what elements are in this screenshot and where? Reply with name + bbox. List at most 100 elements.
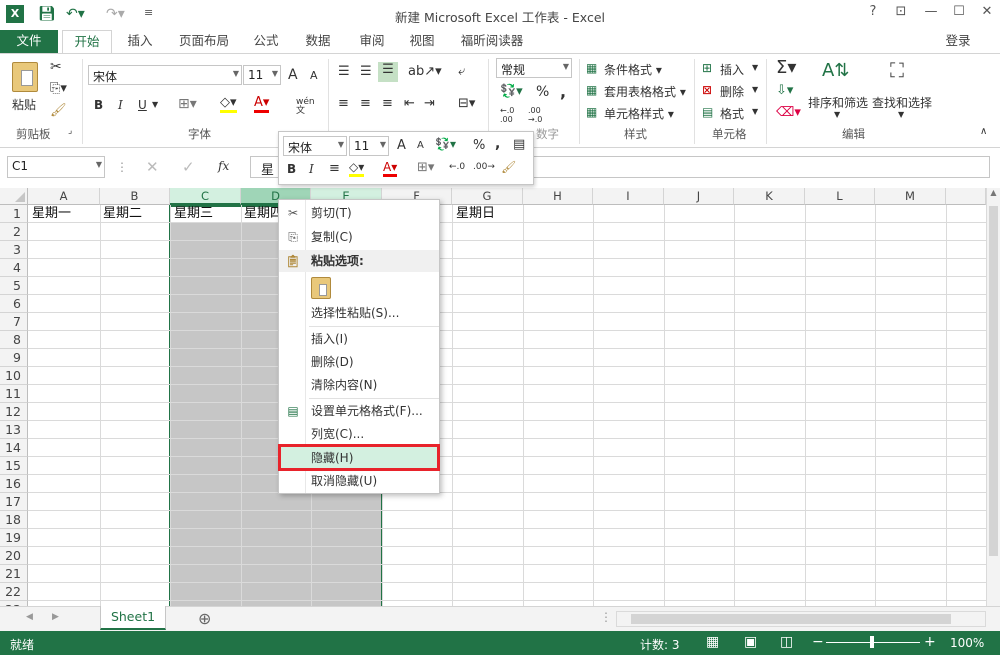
menu-item-copy[interactable]: ⎘ 复制(C) — [279, 226, 439, 248]
mini-format-painter-icon[interactable]: 🖌︎ — [501, 160, 516, 174]
dialog-launcher-icon[interactable]: ⌟ — [68, 126, 72, 136]
format-cells-icon[interactable]: ▤ — [702, 105, 713, 119]
mini-grow-font-icon[interactable]: A — [397, 138, 406, 153]
mini-font-combo[interactable]: 宋体 ▼ — [283, 136, 347, 156]
tab-data[interactable]: 数据 — [296, 30, 340, 54]
mini-format-cells-icon[interactable]: ▤ — [513, 137, 525, 152]
tab-file[interactable]: 文件 — [0, 30, 58, 54]
select-all-corner[interactable] — [0, 188, 28, 205]
cancel-entry-icon[interactable]: ✕ — [146, 158, 159, 176]
maximize-button[interactable]: ☐ — [947, 4, 971, 24]
tab-insert[interactable]: 插入 — [118, 30, 162, 54]
sort-filter-button[interactable]: 排序和筛选 — [808, 94, 868, 111]
minimize-button[interactable]: — — [919, 4, 943, 24]
conditional-format-icon[interactable]: ▦ — [586, 61, 597, 75]
sheet-prev-icon[interactable]: ◀ — [26, 612, 33, 622]
row-header[interactable]: 16 — [0, 475, 28, 493]
italic-button[interactable]: I — [118, 98, 123, 112]
row-header[interactable]: 21 — [0, 565, 28, 583]
shrink-font-icon[interactable]: A — [310, 69, 318, 82]
find-dropdown-icon[interactable]: ▼ — [898, 110, 904, 119]
mini-fill-color-icon[interactable]: ◇▾ — [349, 160, 365, 177]
mini-size-combo[interactable]: 11 ▼ — [349, 136, 389, 156]
column-header-m[interactable]: M — [875, 188, 946, 205]
clear-icon[interactable]: ⌫▾ — [776, 105, 801, 120]
row-header[interactable]: 1 — [0, 205, 28, 223]
font-color-icon[interactable]: A▾ — [254, 95, 270, 113]
column-header-g[interactable]: G — [452, 188, 523, 205]
align-center-icon[interactable]: ≡ — [360, 96, 371, 111]
h-scroll-thumb[interactable] — [631, 614, 951, 624]
format-cells-button[interactable]: 格式 — [720, 105, 744, 122]
column-header-j[interactable]: J — [664, 188, 734, 205]
align-right-icon[interactable]: ≡ — [382, 96, 393, 111]
row-header[interactable]: 3 — [0, 241, 28, 259]
copy-icon[interactable]: ⎘▾ — [50, 81, 67, 96]
font-name-combo[interactable]: 宋体 ▼ — [88, 65, 242, 85]
sheet-next-icon[interactable]: ▶ — [52, 612, 59, 622]
row-header[interactable]: 11 — [0, 385, 28, 403]
phonetic-icon[interactable]: wén 文 — [296, 98, 318, 116]
conditional-format-button[interactable]: 条件格式 ▾ — [604, 61, 662, 78]
row-header[interactable]: 4 — [0, 259, 28, 277]
column-header-b[interactable]: B — [100, 188, 170, 205]
column-header-i[interactable]: I — [593, 188, 664, 205]
row-header[interactable]: 10 — [0, 367, 28, 385]
insert-function-button[interactable]: fx — [218, 159, 229, 173]
row-header[interactable]: 20 — [0, 547, 28, 565]
ribbon-display-button[interactable]: ⊡ — [889, 4, 913, 24]
column-header-h[interactable]: H — [523, 188, 593, 205]
row-header[interactable]: 18 — [0, 511, 28, 529]
tab-home[interactable]: 开始 — [62, 30, 112, 54]
table-format-icon[interactable]: ▦ — [586, 83, 597, 97]
zoom-in-button[interactable]: + — [924, 634, 936, 650]
delete-dropdown-icon[interactable]: ▼ — [752, 85, 758, 94]
mini-bold-button[interactable]: B — [287, 162, 296, 176]
orientation-icon[interactable]: ab↗▾ — [408, 64, 442, 79]
percent-button[interactable]: % — [536, 84, 549, 100]
mini-percent-button[interactable]: % — [473, 138, 485, 153]
menu-item-format-cells[interactable]: ▤ 设置单元格格式(F)... — [279, 400, 439, 422]
indent-increase-icon[interactable]: ⇥ — [424, 96, 435, 111]
tab-review[interactable]: 审阅 — [350, 30, 394, 54]
add-sheet-button[interactable]: ⊕ — [198, 609, 211, 628]
menu-item-paste-special[interactable]: 选择性粘贴(S)... — [279, 302, 439, 324]
sort-filter-icon[interactable]: A⇅ — [822, 60, 849, 81]
row-header[interactable]: 19 — [0, 529, 28, 547]
increase-decimal-icon[interactable]: ←.0 .00 — [500, 106, 522, 124]
zoom-slider[interactable] — [826, 636, 920, 648]
login-link[interactable]: 登录 — [938, 30, 978, 54]
accounting-format-icon[interactable]: 💱▾ — [500, 84, 523, 99]
column-header-l[interactable]: L — [805, 188, 875, 205]
wrap-text-icon[interactable]: ⤶ — [458, 64, 465, 79]
top-align-icon[interactable]: ☰ — [338, 64, 350, 79]
delete-cells-icon[interactable]: ⊠ — [702, 83, 712, 97]
row-header[interactable]: 5 — [0, 277, 28, 295]
merge-center-icon[interactable]: ⊟▾ — [458, 96, 475, 111]
row-header[interactable]: 7 — [0, 313, 28, 331]
row-header[interactable]: 22 — [0, 583, 28, 601]
mini-shrink-font-icon[interactable]: A — [417, 140, 424, 151]
menu-item-delete[interactable]: 删除(D) — [279, 351, 439, 373]
find-select-button[interactable]: 查找和选择 — [872, 94, 932, 111]
row-header[interactable]: 9 — [0, 349, 28, 367]
menu-item-cut[interactable]: ✂ 剪切(T) — [279, 202, 439, 224]
cell-d1[interactable]: 星期四 — [244, 205, 280, 223]
insert-dropdown-icon[interactable]: ▼ — [752, 63, 758, 72]
tab-view[interactable]: 视图 — [402, 30, 442, 54]
number-format-combo[interactable]: 常规 ▼ — [496, 58, 572, 78]
mini-italic-button[interactable]: I — [309, 162, 314, 176]
sort-dropdown-icon[interactable]: ▼ — [834, 110, 840, 119]
paste-icon[interactable] — [12, 62, 38, 92]
cell-style-icon[interactable]: ▦ — [586, 105, 597, 119]
mini-align-center-icon[interactable]: ≡ — [329, 161, 340, 176]
sheet-tab-sheet1[interactable]: Sheet1 — [100, 606, 166, 630]
tab-split-icon[interactable]: ⋮ — [600, 610, 612, 624]
zoom-slider-thumb[interactable] — [870, 636, 874, 648]
fill-color-icon[interactable]: ◇▾ — [220, 95, 237, 113]
format-painter-icon[interactable]: 🖌︎ — [50, 103, 67, 118]
row-header[interactable]: 12 — [0, 403, 28, 421]
cell-style-button[interactable]: 单元格样式 ▾ — [604, 105, 674, 122]
confirm-entry-icon[interactable]: ✓ — [182, 158, 195, 176]
collapse-ribbon-icon[interactable]: ∧ — [980, 126, 987, 137]
